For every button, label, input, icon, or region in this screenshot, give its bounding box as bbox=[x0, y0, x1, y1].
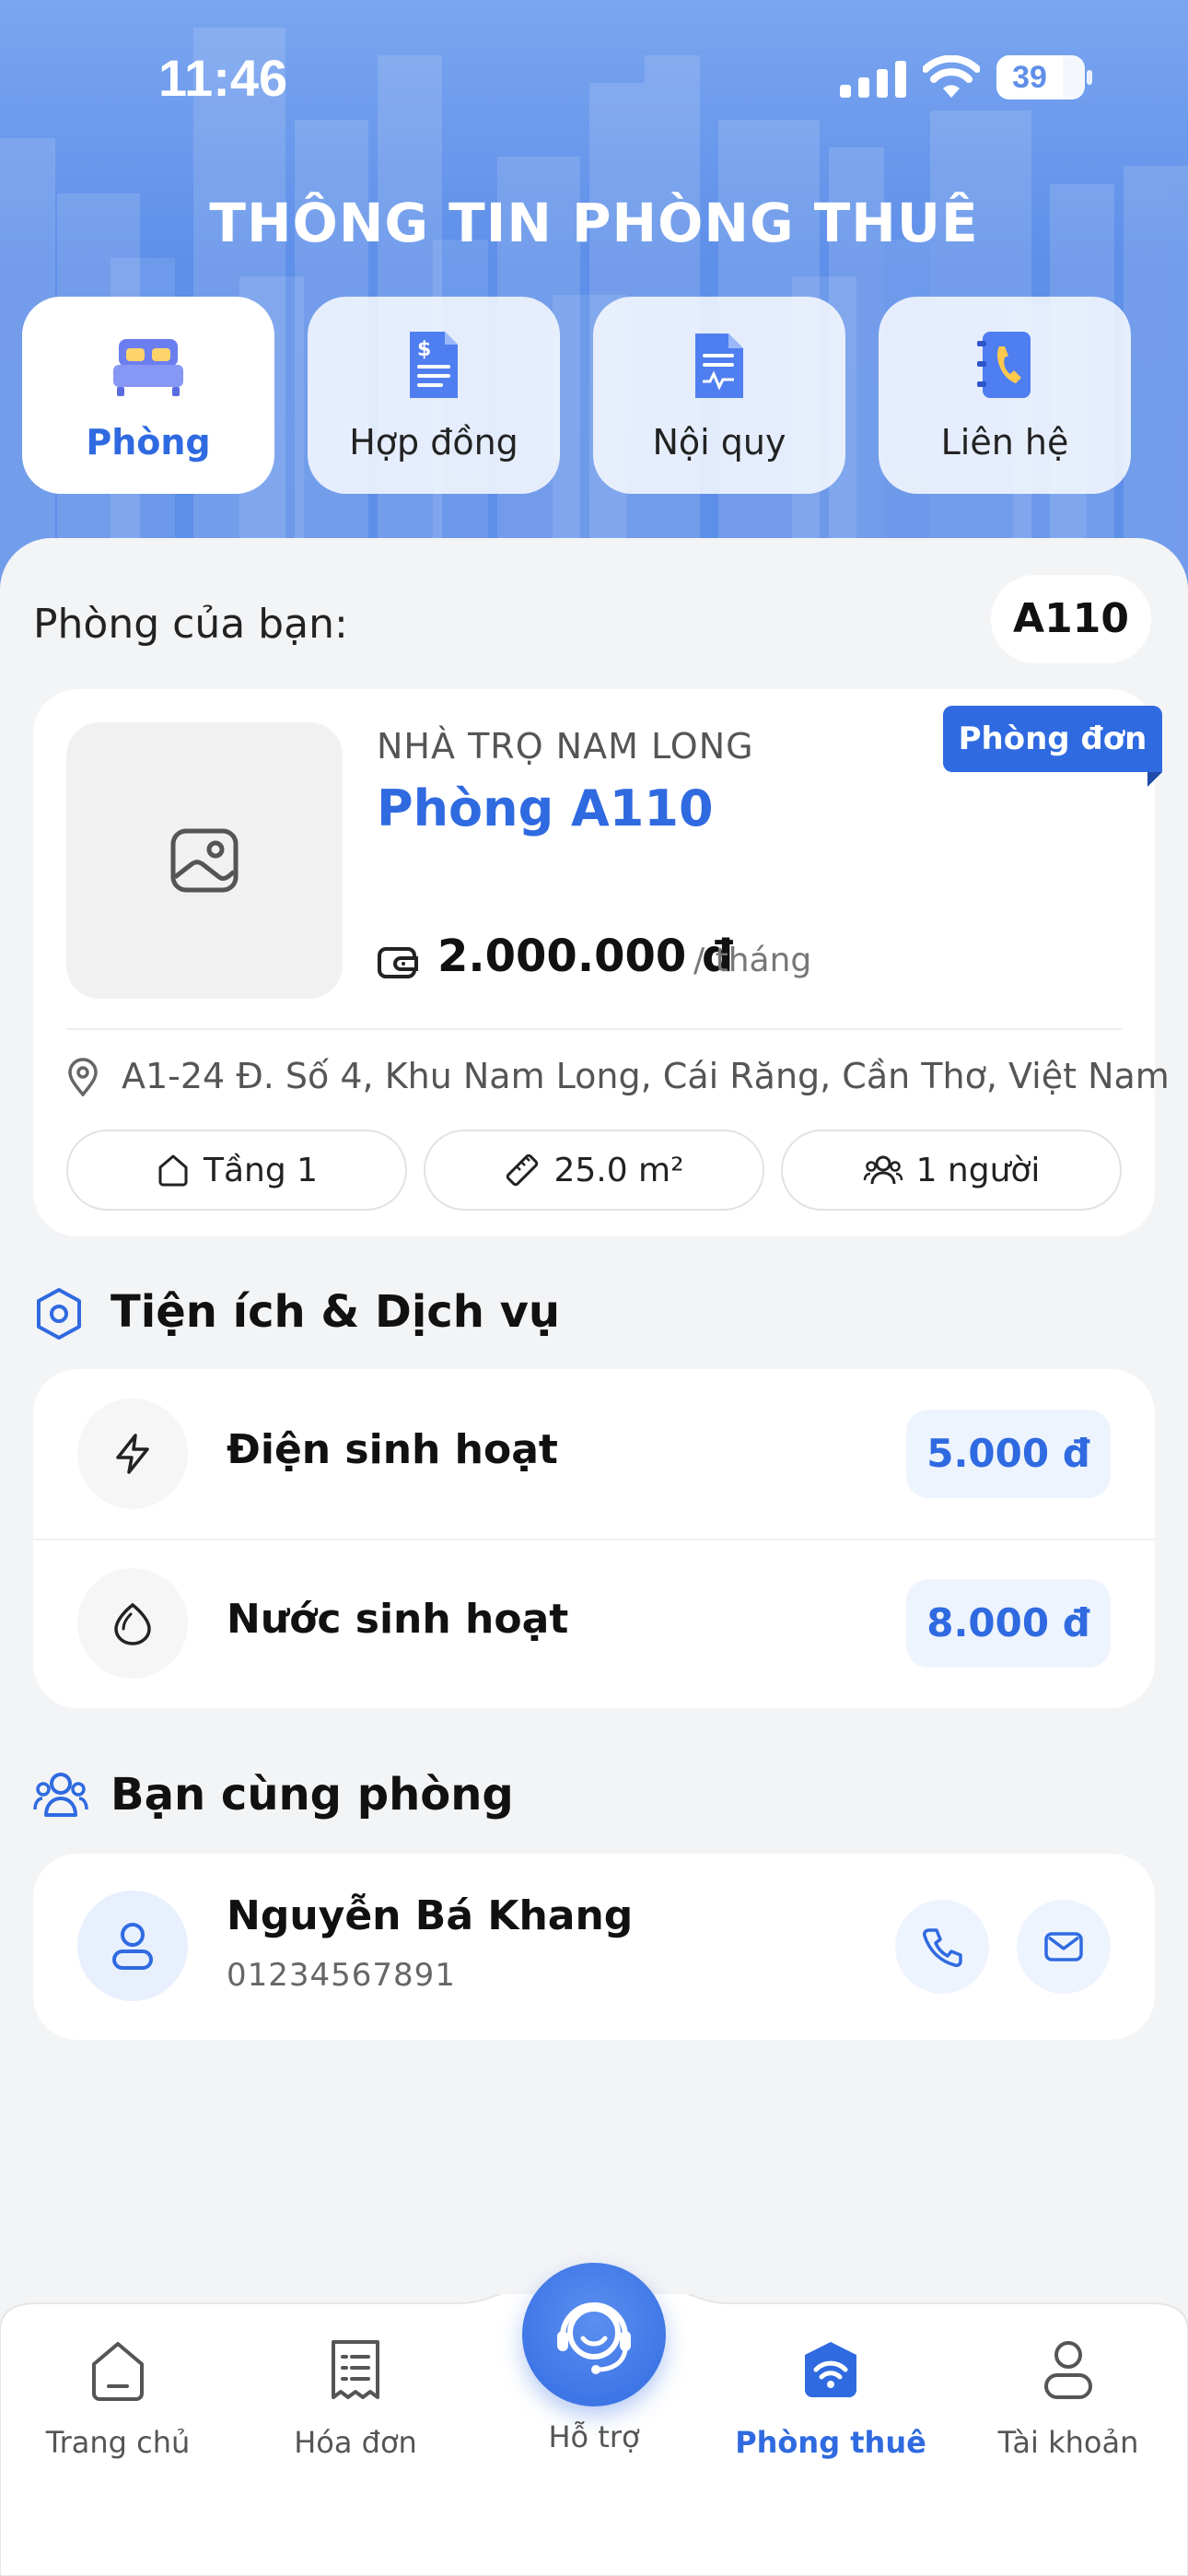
status-time: 11:46 bbox=[158, 49, 288, 107]
battery-level: 39 bbox=[996, 55, 1063, 100]
room-type-badge: Phòng đơn bbox=[943, 706, 1162, 772]
bottom-navigation: Trang chủ Hóa đơn Hỗ trợ Phòng thuê Tài … bbox=[0, 2263, 1188, 2576]
roommate-name: Nguyễn Bá Khang bbox=[227, 1892, 634, 1939]
services-card: Điện sinh hoạt 5.000 đ Nước sinh hoạt 8.… bbox=[33, 1369, 1155, 1708]
tab-room[interactable]: Phòng bbox=[22, 297, 274, 494]
mail-icon bbox=[1044, 1932, 1083, 1961]
your-room-label: Phòng của bạn: bbox=[33, 601, 348, 648]
nav-rented-room-label: Phòng thuê bbox=[735, 2425, 926, 2460]
wallet-icon bbox=[378, 947, 418, 978]
roommate-phone: 01234567891 bbox=[227, 1957, 456, 1994]
card-divider bbox=[66, 1028, 1122, 1030]
tab-room-label: Phòng bbox=[86, 422, 211, 463]
invoice-icon bbox=[332, 2340, 379, 2399]
settings-hexagon-icon bbox=[37, 1288, 81, 1340]
wifi-icon bbox=[923, 55, 980, 98]
nav-invoice-label: Hóa đơn bbox=[294, 2425, 417, 2460]
nav-rented-room[interactable]: Phòng thuê bbox=[729, 2338, 932, 2486]
service-price: 8.000 đ bbox=[906, 1579, 1111, 1668]
roommates-title: Bạn cùng phòng bbox=[111, 1769, 514, 1821]
call-button[interactable] bbox=[895, 1900, 989, 1994]
nav-account[interactable]: Tài khoản bbox=[967, 2338, 1170, 2486]
rules-document-icon bbox=[695, 334, 743, 398]
image-icon bbox=[170, 828, 239, 893]
message-button[interactable] bbox=[1017, 1900, 1111, 1994]
cellular-signal-icon bbox=[840, 61, 906, 98]
header: 11:46 39 THÔNG TIN PHÒNG THUÊ Phòng $ Hợ… bbox=[0, 0, 1188, 590]
ruler-icon bbox=[507, 1153, 539, 1187]
room-address: A1-24 Đ. Số 4, Khu Nam Long, Cái Răng, C… bbox=[122, 1056, 1170, 1096]
nav-support[interactable]: Hỗ trợ bbox=[493, 2419, 695, 2475]
roommate-card[interactable]: Nguyễn Bá Khang 01234567891 bbox=[33, 1854, 1155, 2040]
address-row: A1-24 Đ. Số 4, Khu Nam Long, Cái Răng, C… bbox=[66, 1048, 1170, 1104]
service-row-water[interactable]: Nước sinh hoạt 8.000 đ bbox=[33, 1539, 1155, 1708]
house-name: NHÀ TRỌ NAM LONG bbox=[377, 726, 754, 767]
stat-area-text: 25.0 m² bbox=[553, 1151, 684, 1189]
contract-document-icon: $ bbox=[410, 332, 458, 398]
lightning-icon bbox=[116, 1434, 149, 1474]
people-icon bbox=[863, 1155, 903, 1185]
tab-contract[interactable]: $ Hợp đồng bbox=[308, 297, 560, 494]
tab-rules[interactable]: Nội quy bbox=[593, 297, 845, 494]
badge-ribbon-fold bbox=[1147, 772, 1162, 787]
nav-home-label: Trang chủ bbox=[45, 2425, 191, 2460]
stat-floor: Tầng 1 bbox=[66, 1130, 407, 1211]
support-headset-icon bbox=[557, 2302, 631, 2374]
stat-area: 25.0 m² bbox=[424, 1130, 764, 1211]
service-name: Nước sinh hoạt bbox=[227, 1596, 569, 1643]
floor-house-icon bbox=[158, 1154, 188, 1187]
price-unit: / tháng bbox=[693, 942, 812, 979]
room-card[interactable]: Phòng đơn NHÀ TRỌ NAM LONG Phòng A110 2.… bbox=[33, 689, 1170, 1236]
battery-indicator: 39 bbox=[996, 55, 1092, 100]
rented-room-icon bbox=[805, 2342, 856, 2397]
stat-people: 1 người bbox=[781, 1130, 1122, 1211]
service-icon-wrap bbox=[77, 1568, 188, 1679]
nav-account-label: Tài khoản bbox=[997, 2425, 1139, 2460]
room-name: Phòng A110 bbox=[377, 779, 714, 837]
stat-people-text: 1 người bbox=[915, 1151, 1041, 1189]
account-icon bbox=[1044, 2341, 1092, 2399]
svg-text:$: $ bbox=[417, 338, 431, 361]
nav-support-label: Hỗ trợ bbox=[548, 2419, 640, 2454]
water-drop-icon bbox=[114, 1602, 151, 1645]
tab-contact[interactable]: Liên hệ bbox=[879, 297, 1131, 494]
page-title: THÔNG TIN PHÒNG THUÊ bbox=[209, 192, 979, 254]
service-price: 5.000 đ bbox=[906, 1410, 1111, 1498]
roommates-icon bbox=[33, 1773, 88, 1817]
tab-contract-label: Hợp đồng bbox=[349, 422, 518, 463]
bed-icon bbox=[113, 339, 183, 396]
tab-contact-label: Liên hệ bbox=[940, 422, 1069, 463]
phone-icon bbox=[923, 1928, 962, 1967]
home-icon bbox=[92, 2342, 144, 2401]
room-price: 2.000.000 đ bbox=[437, 931, 734, 982]
contact-book-icon bbox=[977, 332, 1031, 398]
user-icon bbox=[112, 1923, 153, 1970]
nav-invoice[interactable]: Hóa đơn bbox=[254, 2338, 457, 2486]
nav-home[interactable]: Trang chủ bbox=[17, 2338, 219, 2486]
stat-floor-text: Tầng 1 bbox=[203, 1151, 319, 1189]
location-pin-icon bbox=[68, 1058, 98, 1096]
top-tabs: Phòng $ Hợp đồng Nội quy Liên hệ bbox=[22, 297, 1166, 494]
service-icon-wrap bbox=[77, 1399, 188, 1509]
room-image-placeholder bbox=[66, 722, 343, 999]
tab-rules-label: Nội quy bbox=[652, 422, 786, 463]
avatar bbox=[77, 1891, 188, 2001]
service-row-electricity[interactable]: Điện sinh hoạt 5.000 đ bbox=[33, 1369, 1155, 1540]
status-bar: 11:46 39 bbox=[0, 0, 1188, 157]
support-button[interactable] bbox=[522, 2263, 666, 2406]
service-name: Điện sinh hoạt bbox=[227, 1426, 558, 1473]
room-selector-chip[interactable]: A110 bbox=[991, 575, 1151, 663]
services-title: Tiện ích & Dịch vụ bbox=[111, 1286, 561, 1338]
